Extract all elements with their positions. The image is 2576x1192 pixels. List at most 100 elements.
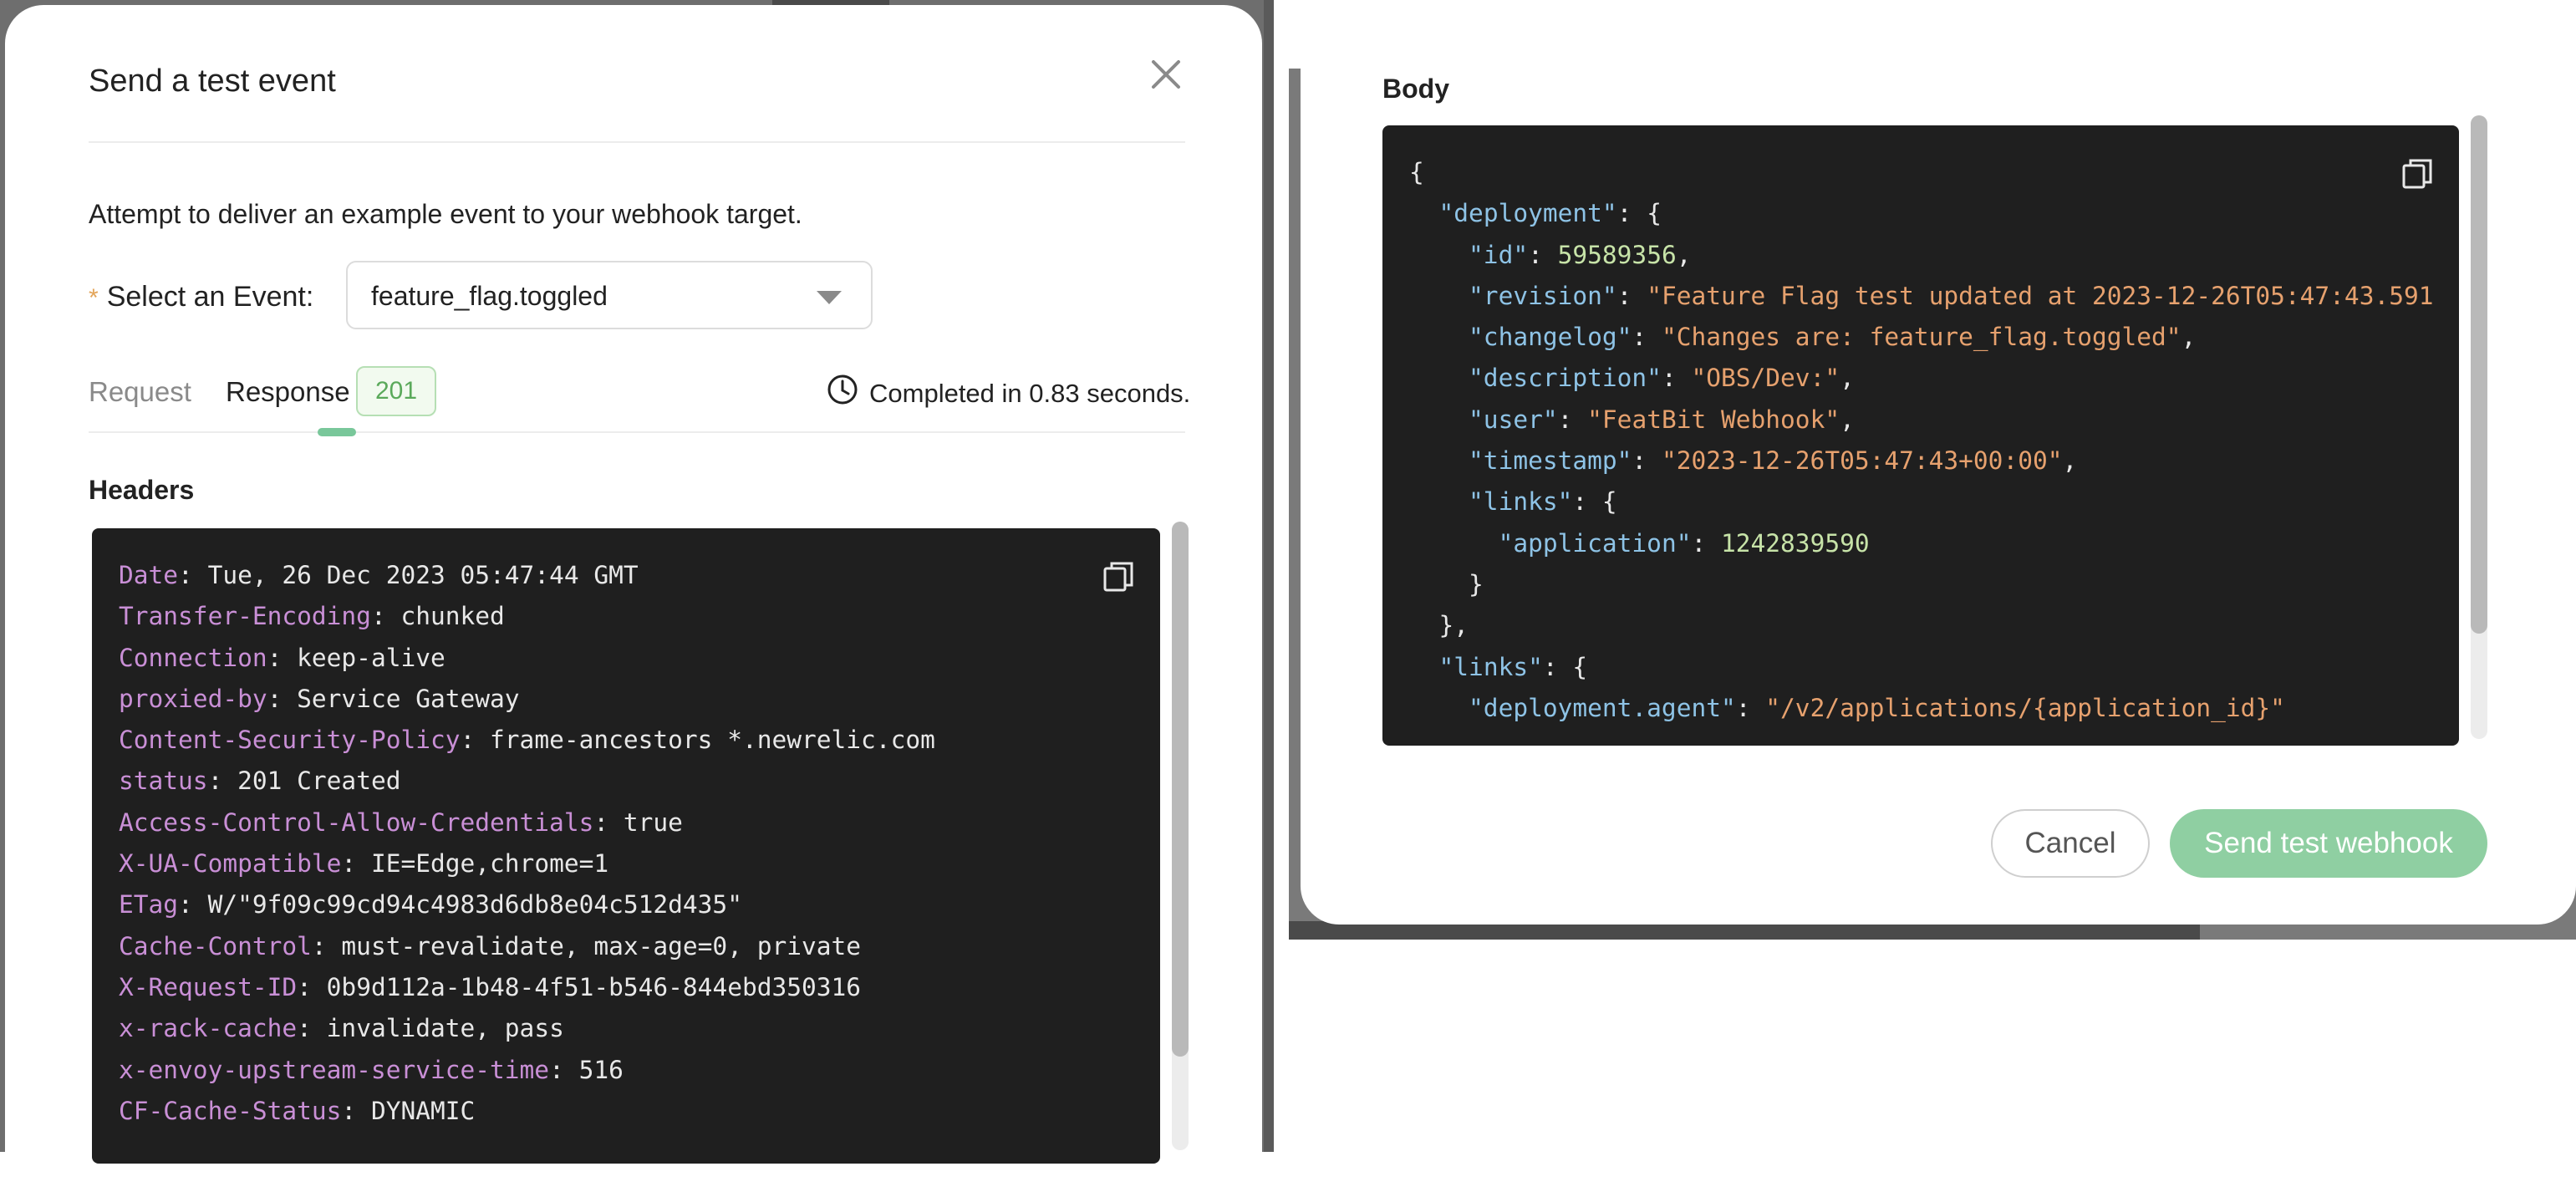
header-line: status: 201 Created — [119, 767, 401, 796]
header-value: keep-alive — [297, 643, 445, 672]
send-test-webhook-button[interactable]: Send test webhook — [2170, 809, 2487, 878]
body-line: "application": 1242839590 — [1409, 523, 2442, 564]
clock-icon — [827, 374, 858, 405]
header-line: Content-Security-Policy: frame-ancestors… — [119, 726, 935, 755]
json-token: : { — [1542, 652, 1588, 681]
send-test-event-modal-bottom: Body { "deployment": { "id": 59589356, "… — [1301, 0, 2576, 925]
body-line: } — [1409, 564, 2442, 605]
body-line: "links": { — [1409, 481, 2442, 522]
header-line: Cache-Control: must-revalidate, max-age=… — [119, 931, 862, 960]
json-token: "Changes are: feature_flag.toggled" — [1661, 323, 2181, 352]
modal-description: Attempt to deliver an example event to y… — [89, 199, 802, 229]
tab-response[interactable]: Response — [226, 376, 350, 408]
json-token: "revision" — [1469, 281, 1617, 310]
json-token: , — [2181, 323, 2197, 352]
header-line: x-envoy-upstream-service-time: 516 — [119, 1055, 624, 1084]
json-token: 59589356 — [1557, 240, 1677, 269]
body-line: }, — [1409, 605, 2442, 646]
headers-scrollbar[interactable] — [1172, 522, 1189, 1150]
json-token: "Feature Flag test updated at 2023-12-26… — [1647, 281, 2434, 310]
required-marker: * — [89, 284, 99, 312]
body-scrollbar[interactable] — [2471, 115, 2487, 739]
header-value: true — [623, 807, 683, 837]
json-token: : — [1632, 323, 1662, 352]
header-key: ETag — [119, 890, 179, 919]
json-token: , — [1840, 364, 1855, 393]
header-key: X-Request-ID — [119, 972, 298, 1001]
json-token: : — [1616, 281, 1647, 310]
body-line: "description": "OBS/Dev:", — [1409, 358, 2442, 399]
header-value: W/"9f09c99cd94c4983d6db8e04c512d435" — [207, 890, 742, 919]
header-value: 201 Created — [237, 767, 401, 796]
event-label-colon: : — [305, 281, 314, 313]
body-line: "links": { — [1409, 647, 2442, 688]
json-token: "2023-12-26T05:47:43+00:00" — [1661, 446, 2063, 476]
header-value: chunked — [400, 602, 505, 631]
header-value: Service Gateway — [297, 684, 520, 713]
status-badge: 201 — [356, 366, 436, 416]
json-token: "application" — [1498, 528, 1692, 558]
header-value: Tue, 26 Dec 2023 05:47:44 GMT — [207, 561, 639, 589]
copy-icon[interactable] — [1100, 558, 1137, 595]
header-line: X-Request-ID: 0b9d112a-1b48-4f51-b546-84… — [119, 972, 862, 1001]
event-select-value: feature_flag.toggled — [371, 281, 608, 311]
header-line: Date: Tue, 26 Dec 2023 05:47:44 GMT — [119, 561, 639, 589]
header-line: ETag: W/"9f09c99cd94c4983d6db8e04c512d43… — [119, 890, 742, 919]
json-token: "deployment" — [1438, 199, 1617, 228]
tabs-divider — [89, 431, 1185, 433]
json-token: : — [1557, 405, 1588, 434]
header-key: Connection — [119, 643, 267, 672]
event-select[interactable]: feature_flag.toggled — [346, 261, 873, 329]
header-key: X-UA-Compatible — [119, 849, 342, 879]
json-token: , — [2062, 446, 2078, 476]
json-token: "id" — [1469, 240, 1529, 269]
json-token: }, — [1409, 611, 1469, 640]
headers-code-block: Date: Tue, 26 Dec 2023 05:47:44 GMT Trans… — [92, 528, 1160, 1164]
body-line: "id": 59589356, — [1409, 235, 2442, 276]
tab-request[interactable]: Request — [89, 376, 191, 408]
header-value: 516 — [578, 1055, 624, 1084]
header-line: Access-Control-Allow-Credentials: true — [119, 807, 683, 837]
header-key: Date — [119, 561, 179, 589]
completed-text: Completed in 0.83 seconds. — [869, 379, 1191, 408]
body-scrollbar-thumb[interactable] — [2471, 115, 2487, 634]
screenshot-separator — [1274, 0, 1289, 1152]
json-token: "FeatBit Webhook" — [1587, 405, 1840, 434]
close-icon[interactable] — [1145, 53, 1187, 95]
json-token: : — [1632, 446, 1662, 476]
body-line: { — [1409, 152, 2442, 193]
header-key: CF-Cache-Status — [119, 1096, 342, 1125]
headers-scrollbar-thumb[interactable] — [1172, 522, 1189, 1057]
modal-title: Send a test event — [89, 64, 336, 99]
body-line: "deployment": { — [1409, 193, 2442, 234]
cancel-button[interactable]: Cancel — [1991, 809, 2150, 878]
json-token: "changelog" — [1469, 323, 1632, 352]
json-token: : { — [1616, 199, 1662, 228]
json-token: "links" — [1438, 652, 1543, 681]
header-line: proxied-by: Service Gateway — [119, 684, 520, 713]
body-line: "user": "FeatBit Webhook", — [1409, 400, 2442, 441]
json-token: : — [1691, 528, 1721, 558]
header-line: Connection: keep-alive — [119, 643, 445, 672]
event-label-text: Select an Event — [106, 281, 306, 313]
headers-heading: Headers — [89, 475, 195, 505]
body-heading: Body — [1382, 74, 1449, 104]
json-token: , — [1840, 405, 1855, 434]
body-line: "revision": "Feature Flag test updated a… — [1409, 276, 2442, 317]
header-line: X-UA-Compatible: IE=Edge,chrome=1 — [119, 849, 609, 879]
body-code-block: { "deployment": { "id": 59589356, "revis… — [1382, 125, 2459, 746]
active-tab-indicator — [318, 428, 356, 436]
header-key: x-rack-cache — [119, 1014, 298, 1043]
json-token: : — [1735, 693, 1766, 722]
title-divider — [89, 141, 1185, 143]
json-token: : — [1528, 240, 1558, 269]
copy-icon[interactable] — [2399, 155, 2436, 192]
